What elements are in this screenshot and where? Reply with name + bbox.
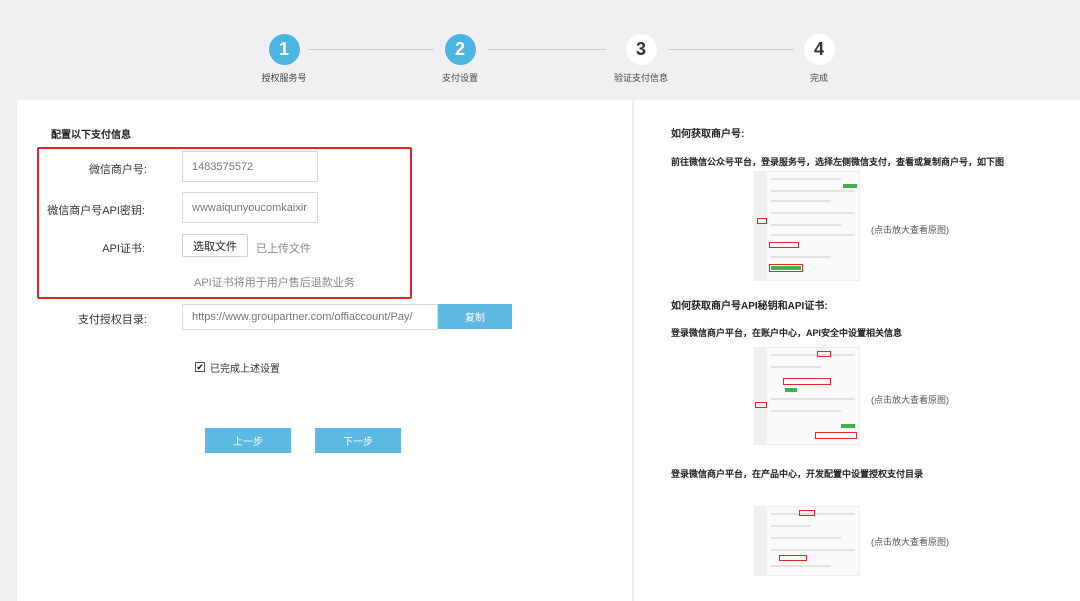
step-label: 支付设置	[441, 73, 478, 83]
step-3: 3 验证支付信息	[591, 34, 691, 84]
step-number: 4	[803, 34, 835, 65]
screenshot-thumbnail-3[interactable]	[754, 506, 860, 576]
progress-stepper: 1 授权服务号 2 支付设置 3 验证支付信息 4 完成	[0, 0, 1080, 100]
next-step-button[interactable]: 下一步	[315, 428, 401, 453]
previous-step-button[interactable]: 上一步	[205, 428, 291, 453]
cert-upload-status: 已上传文件	[256, 243, 311, 255]
step-number: 2	[444, 34, 476, 65]
zoom-hint: (点击放大查看原图)	[871, 395, 949, 405]
setup-complete-label: 已完成上述设置	[210, 364, 280, 375]
step-2: 2 支付设置	[410, 34, 510, 84]
step-1: 1 授权服务号	[234, 34, 334, 84]
merchant-id-label: 微信商户号:	[88, 164, 147, 176]
zoom-hint: (点击放大查看原图)	[871, 537, 949, 547]
api-key-label: 微信商户号API密钥:	[47, 205, 145, 217]
step-number: 3	[625, 34, 657, 65]
cert-note: API证书将用于用户售后退款业务	[194, 277, 355, 289]
help-heading-api-key: 如何获取商户号API秘钥和API证书:	[671, 301, 828, 312]
step-label: 授权服务号	[261, 73, 307, 83]
step-4: 4 完成	[769, 34, 869, 84]
setup-complete-checkbox[interactable]: ✔	[195, 362, 205, 372]
payment-settings-form: 配置以下支付信息 微信商户号: 1483575572 微信商户号API密钥: w…	[17, 100, 632, 601]
help-text-pay-directory: 登录微信商户平台，在产品中心，开发配置中设置授权支付目录	[671, 469, 924, 479]
help-panel: 如何获取商户号: 前往微信公众号平台，登录服务号，选择左侧微信支付，查看或复制商…	[634, 100, 1080, 601]
step-label: 完成	[809, 73, 828, 83]
pay-directory-label: 支付授权目录:	[77, 314, 147, 326]
screenshot-thumbnail-2[interactable]	[754, 347, 860, 445]
help-heading-merchant-id: 如何获取商户号:	[671, 129, 745, 140]
merchant-id-input[interactable]: 1483575572	[182, 151, 318, 182]
zoom-hint: (点击放大查看原图)	[871, 225, 949, 235]
form-section-title: 配置以下支付信息	[51, 130, 131, 141]
step-number: 1	[268, 34, 300, 65]
help-text-merchant-id: 前往微信公众号平台，登录服务号，选择左侧微信支付，查看或复制商户号，如下图	[671, 157, 1005, 167]
api-cert-label: API证书:	[102, 243, 145, 255]
choose-file-button[interactable]: 选取文件	[182, 234, 248, 257]
api-key-input[interactable]: wwwaiqunyoucomkaixir	[182, 192, 318, 223]
screenshot-thumbnail-1[interactable]	[754, 171, 860, 281]
checkmark-icon: ✔	[196, 361, 204, 372]
step-label: 验证支付信息	[613, 73, 668, 83]
copy-button[interactable]: 复制	[438, 304, 512, 329]
page-gutter	[0, 0, 17, 601]
help-text-api-key: 登录微信商户平台，在账户中心，API安全中设置相关信息	[671, 328, 903, 338]
pay-directory-input[interactable]: https://www.groupartner.com/offiaccount/…	[182, 304, 438, 330]
